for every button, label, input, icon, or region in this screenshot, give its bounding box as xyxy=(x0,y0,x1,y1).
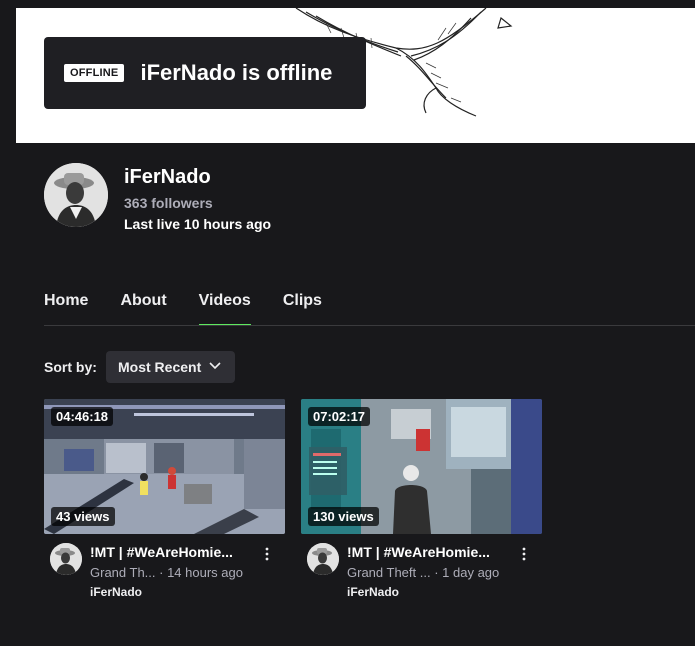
video-channel[interactable]: iFerNado xyxy=(90,585,142,599)
chevron-down-icon xyxy=(209,362,221,370)
sort-dropdown[interactable]: Most Recent xyxy=(106,351,235,383)
tab-clips[interactable]: Clips xyxy=(283,292,322,326)
tab-videos[interactable]: Videos xyxy=(198,292,252,326)
offline-text: iFerNado is offline xyxy=(140,60,333,85)
video-title[interactable]: !MT | #WeAreHomie... xyxy=(347,544,490,560)
more-options-icon[interactable] xyxy=(262,546,272,562)
channel-avatar-small[interactable] xyxy=(50,543,82,575)
video-duration: 07:02:17 xyxy=(308,407,371,426)
video-views: 130 views xyxy=(308,507,379,526)
top-edge xyxy=(0,0,695,8)
video-game-line: Grand Th... · 14 hours ago xyxy=(90,565,243,580)
avatar-image xyxy=(50,543,82,575)
channel-banner: OFFLINE iFerNado is offline xyxy=(16,8,695,143)
sort-value: Most Recent xyxy=(118,359,202,375)
video-card: 04:46:18 43 views !MT | #WeAreHomie... G… xyxy=(44,399,285,602)
offline-card: OFFLINE iFerNado is offline xyxy=(44,37,366,109)
video-meta: !MT | #WeAreHomie... Grand Th... · 14 ho… xyxy=(44,542,285,602)
video-game-line: Grand Theft ... · 1 day ago xyxy=(347,565,499,580)
sort-label: Sort by: xyxy=(44,359,97,375)
video-age: · 1 day ago xyxy=(434,565,500,580)
channel-name: iFerNado xyxy=(124,166,211,188)
channel-tabs: Home About Videos Clips xyxy=(44,292,354,326)
channel-avatar[interactable] xyxy=(44,163,108,227)
video-channel[interactable]: iFerNado xyxy=(347,585,399,599)
tabs-divider xyxy=(44,325,695,326)
video-duration: 04:46:18 xyxy=(51,407,114,426)
video-card: 07:02:17 130 views !MT | #WeAreHomie... … xyxy=(301,399,542,602)
video-age: · 14 hours ago xyxy=(159,565,243,580)
last-live-text: Last live 10 hours ago xyxy=(124,216,272,232)
avatar-image xyxy=(44,163,108,227)
offline-badge: OFFLINE xyxy=(64,64,125,82)
video-game[interactable]: Grand Th... xyxy=(90,565,156,580)
avatar-image xyxy=(307,543,339,575)
video-thumbnail[interactable]: 04:46:18 43 views xyxy=(44,399,285,534)
video-views: 43 views xyxy=(51,507,115,526)
follower-count: 363 followers xyxy=(124,195,213,211)
more-options-icon[interactable] xyxy=(519,546,529,562)
tab-about[interactable]: About xyxy=(120,292,166,326)
video-title[interactable]: !MT | #WeAreHomie... xyxy=(90,544,233,560)
video-thumbnail[interactable]: 07:02:17 130 views xyxy=(301,399,542,534)
video-game[interactable]: Grand Theft ... xyxy=(347,565,431,580)
tab-home[interactable]: Home xyxy=(44,292,88,326)
channel-avatar-small[interactable] xyxy=(307,543,339,575)
video-meta: !MT | #WeAreHomie... Grand Theft ... · 1… xyxy=(301,542,542,602)
